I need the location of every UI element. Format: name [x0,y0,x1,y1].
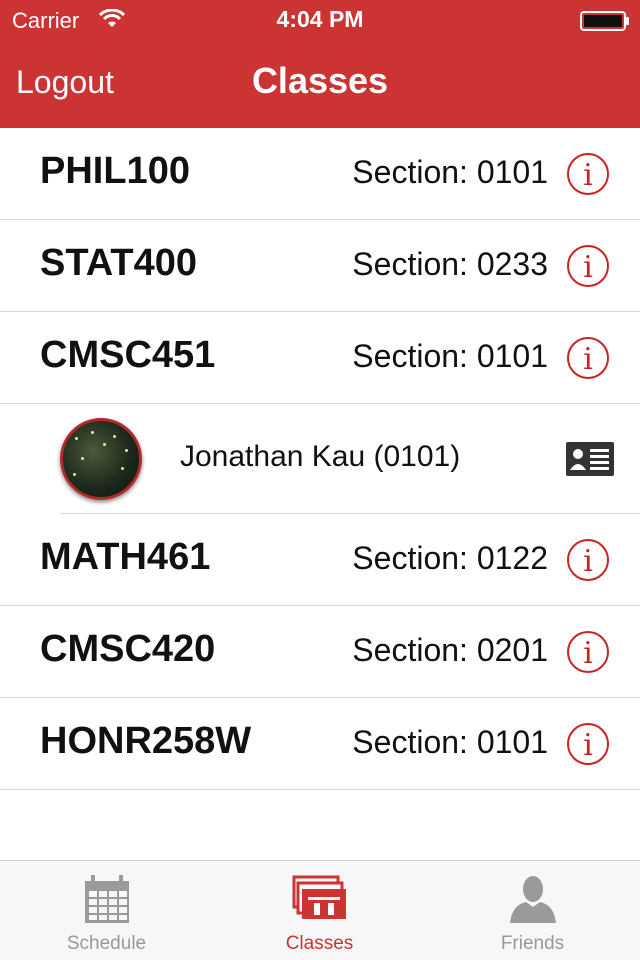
tab-label: Schedule [66,933,147,954]
info-icon[interactable]: i [566,630,610,674]
class-row[interactable]: STAT400 Section: 0233 i [0,220,640,312]
class-row[interactable]: PHIL100 Section: 0101 i [0,128,640,220]
course-code: HONR258W [40,720,252,762]
classes-icon [292,875,346,919]
section-label: Section: 0101 [352,724,548,760]
tab-friends[interactable]: Friends [426,861,639,960]
course-code: CMSC420 [40,628,216,670]
section-label: Section: 0122 [352,540,548,576]
friend-row[interactable]: Jonathan Kau (0101) [0,404,640,514]
classes-list: PHIL100 Section: 0101 i STAT400 Section:… [0,128,640,790]
clock-time: 4:04 PM [276,6,364,32]
course-code: STAT400 [40,242,197,284]
info-icon[interactable]: i [566,152,610,196]
avatar [60,418,142,500]
class-row[interactable]: MATH461 Section: 0122 i [0,514,640,606]
contact-card-icon[interactable] [566,442,614,476]
logout-button[interactable]: Logout [16,64,114,101]
section-label: Section: 0101 [352,154,548,190]
info-icon[interactable]: i [566,722,610,766]
tab-label: Friends [500,933,565,954]
course-code: PHIL100 [40,150,190,192]
tab-label: Classes [285,933,354,954]
info-icon[interactable]: i [566,538,610,582]
info-icon[interactable]: i [566,336,610,380]
svg-text:i: i [583,158,593,193]
battery-icon [580,11,629,31]
svg-text:i: i [583,636,593,671]
status-bar: Carrier 4:04 PM [0,0,640,40]
info-icon[interactable]: i [566,244,610,288]
class-row[interactable]: HONR258W Section: 0101 i [0,698,640,790]
friend-name: Jonathan Kau (0101) [180,440,461,473]
person-icon [509,876,556,923]
tab-schedule[interactable]: Schedule [0,861,213,960]
section-label: Section: 0201 [352,632,548,668]
section-label: Section: 0101 [352,338,548,374]
section-label: Section: 0233 [352,246,548,282]
tab-classes[interactable]: Classes [213,861,426,960]
tab-bar: Schedule Classes Friends [0,860,640,960]
class-row[interactable]: CMSC451 Section: 0101 i [0,312,640,404]
svg-text:i: i [583,728,593,763]
course-code: MATH461 [40,536,211,578]
svg-text:i: i [583,544,593,579]
svg-text:i: i [583,342,593,377]
class-row[interactable]: CMSC420 Section: 0201 i [0,606,640,698]
calendar-icon [84,875,129,923]
course-code: CMSC451 [40,334,216,376]
navigation-header: Carrier 4:04 PM Logout Classes [0,0,640,128]
svg-text:i: i [583,250,593,285]
